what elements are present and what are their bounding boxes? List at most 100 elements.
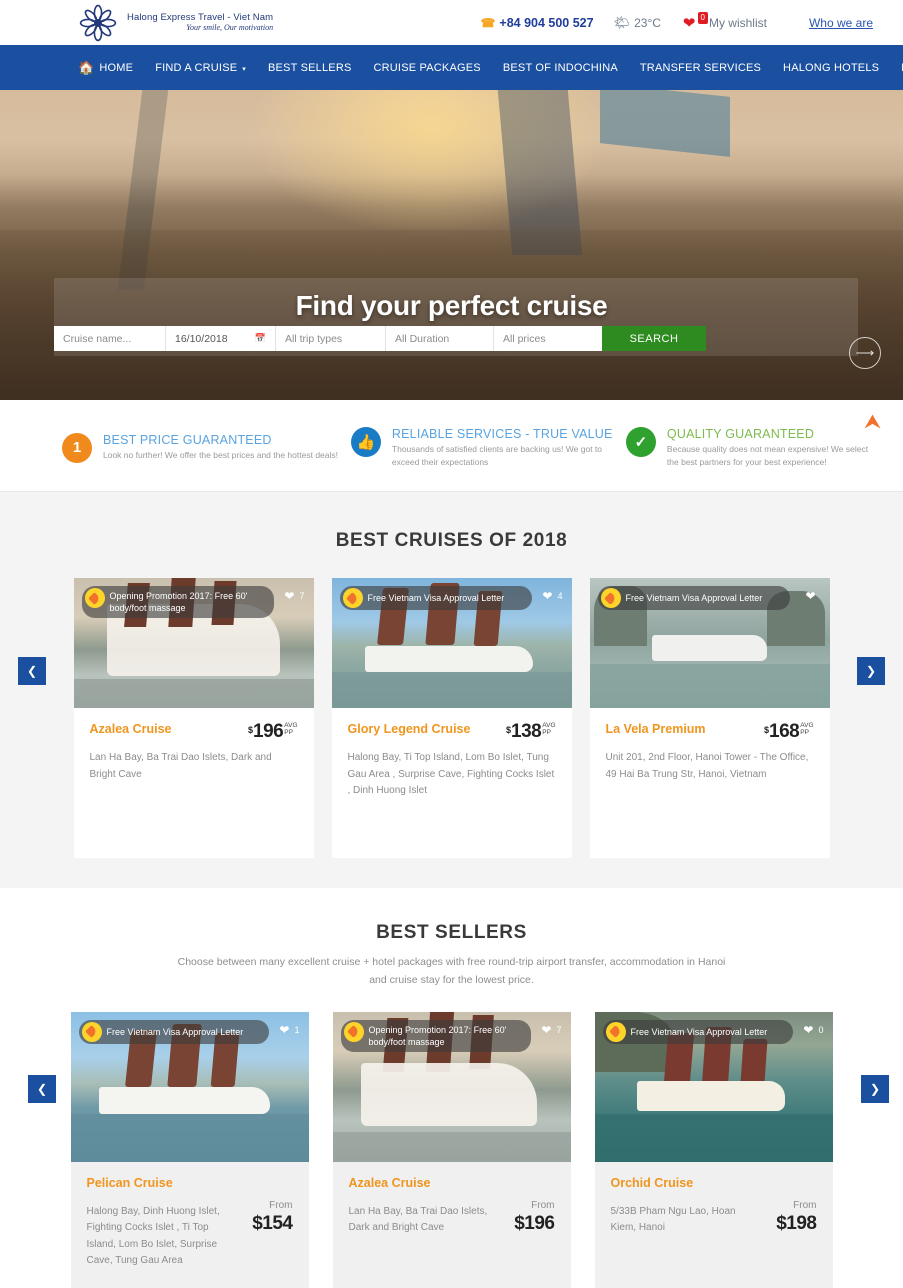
best-sellers-prev-button[interactable]: ❮ — [28, 1075, 56, 1103]
seller-card[interactable]: Free Vietnam Visa Approval Letter ❤ 0 Or… — [594, 1011, 833, 1288]
price-amount: 196 — [253, 721, 284, 742]
weather-widget: 🌤 23°C — [614, 15, 661, 31]
seller-name[interactable]: Orchid Cruise — [611, 1176, 817, 1191]
seller-description: Lan Ha Bay, Ba Trai Dao Islets, Dark and… — [348, 1205, 488, 1234]
seller-name[interactable]: Azalea Cruise — [349, 1176, 555, 1191]
cruise-card[interactable]: Free Vietnam Visa Approval Letter ❤ La V… — [589, 578, 830, 858]
seller-price-block: From $154 — [252, 1199, 293, 1235]
nav-item-best-of-indochina[interactable]: BEST OF INDOCHINA — [503, 62, 618, 74]
price-amount: 168 — [769, 721, 800, 742]
feature-title: QUALITY GUARANTEED — [666, 427, 815, 442]
from-label: From — [793, 1199, 817, 1211]
feature-desc: Because quality does not mean expensive!… — [666, 444, 869, 467]
best-cruises-section: BEST CRUISES OF 2018 Opening Promotion 2… — [0, 492, 903, 888]
cruise-card[interactable]: Free Vietnam Visa Approval Letter ❤ 4 Gl… — [331, 578, 572, 858]
promo-badge: Free Vietnam Visa Approval Letter — [339, 586, 532, 610]
seller-description: Halong Bay, Dinh Huong Islet, Fighting C… — [86, 1205, 220, 1267]
nav-label: FIND A CRUISE — [155, 61, 238, 74]
cruise-card-image: Free Vietnam Visa Approval Letter ❤ — [589, 578, 830, 708]
cruise-price: $ 168 AVG PP — [764, 722, 813, 741]
best-sellers-next-button[interactable]: ❯ — [861, 1075, 889, 1103]
from-label: From — [269, 1199, 293, 1211]
nav-item-home[interactable]: 🏠 HOME — [78, 60, 133, 76]
like-counter[interactable]: ❤ 0 — [803, 1023, 823, 1037]
search-button[interactable]: SEARCH — [602, 326, 706, 351]
header-utility-bar: ☎ +84 904 500 527 🌤 23°C ❤ 0 My wishlist… — [480, 11, 873, 32]
hero-next-slide-button[interactable]: ⟶ — [849, 337, 881, 369]
nav-item-cruise-packages[interactable]: CRUISE PACKAGES — [374, 62, 481, 74]
best-sellers-carousel: Free Vietnam Visa Approval Letter ❤ 1 Pe… — [0, 1011, 903, 1288]
medal-number: 1 — [72, 439, 82, 456]
nav-item-transfer-services[interactable]: TRANSFER SERVICES — [640, 62, 761, 74]
currency-symbol: $ — [506, 725, 512, 735]
promo-text: Opening Promotion 2017: Free 60' body/fo… — [368, 1024, 507, 1047]
heart-icon: ❤ — [805, 589, 816, 603]
nav-item-best-sellers[interactable]: BEST SELLERS — [268, 62, 352, 74]
seller-card-body: Orchid Cruise 5/33B Pham Ngu Lao, Hoan K… — [595, 1162, 833, 1255]
like-counter[interactable]: ❤ 7 — [541, 1023, 561, 1037]
like-counter[interactable]: ❤ 4 — [542, 589, 562, 603]
seller-card[interactable]: Opening Promotion 2017: Free 60' body/fo… — [332, 1011, 571, 1288]
seller-name[interactable]: Pelican Cruise — [87, 1176, 293, 1191]
tag-icon — [600, 588, 621, 608]
seller-card[interactable]: Free Vietnam Visa Approval Letter ❤ 1 Pe… — [70, 1011, 309, 1288]
duration-value: All Duration — [395, 332, 450, 345]
cruise-name[interactable]: Glory Legend Cruise — [348, 722, 471, 737]
seller-description: 5/33B Pham Ngu Lao, Hoan Kiem, Hanoi — [610, 1205, 736, 1234]
main-navigation: 🏠 HOME FIND A CRUISE ▾ BEST SELLERS CRUI… — [0, 45, 903, 90]
best-cruises-prev-button[interactable]: ❮ — [18, 657, 46, 685]
nav-label: HOME — [99, 61, 134, 74]
heart-icon: ❤ — [279, 1022, 290, 1037]
check-glyph: ✓ — [634, 434, 648, 452]
trip-type-select[interactable]: All trip types — [276, 326, 386, 351]
nav-label: BEST OF INDOCHINA — [502, 61, 618, 74]
best-cruises-carousel: Opening Promotion 2017: Free 60' body/fo… — [0, 578, 903, 858]
section-title-best-cruises: BEST CRUISES OF 2018 — [335, 530, 568, 551]
cruise-name[interactable]: La Vela Premium — [606, 722, 706, 737]
chevron-double-up-icon: ⮝ — [864, 411, 881, 433]
nav-label: HALONG HOTELS — [783, 61, 880, 74]
arrow-right-circle-icon: ⟶ — [855, 345, 875, 360]
cruise-name[interactable]: Azalea Cruise — [90, 722, 172, 737]
price-unit: AVG PP — [542, 722, 556, 737]
phone-link[interactable]: ☎ +84 904 500 527 — [480, 16, 593, 30]
chevron-right-icon: ❯ — [865, 664, 877, 678]
cruise-card-body: Azalea Cruise $ 196 AVG PP Lan Ha Bay, Ba… — [74, 708, 314, 858]
hero-banner: Find your perfect cruise Cruise name... … — [0, 90, 903, 400]
promo-badge: Free Vietnam Visa Approval Letter — [597, 586, 790, 610]
logo-company-name: Halong Express Travel - Viet Nam — [127, 11, 274, 23]
best-sellers-section: BEST SELLERS Choose between many excelle… — [0, 888, 903, 1288]
like-counter[interactable]: ❤ — [805, 589, 820, 603]
promo-badge: Free Vietnam Visa Approval Letter — [78, 1019, 269, 1044]
duration-select[interactable]: All Duration — [386, 326, 494, 351]
trip-type-value: All trip types — [285, 332, 343, 345]
cruise-card[interactable]: Opening Promotion 2017: Free 60' body/fo… — [73, 578, 314, 858]
like-counter[interactable]: ❤ 1 — [279, 1023, 299, 1037]
heart-icon: ❤ — [803, 1022, 814, 1037]
promo-text: Free Vietnam Visa Approval Letter — [630, 1026, 768, 1037]
price-select[interactable]: All prices — [494, 326, 602, 351]
tag-icon — [343, 1021, 364, 1042]
cruise-name-input[interactable]: Cruise name... — [54, 326, 166, 351]
phone-icon: ☎ — [480, 15, 496, 30]
from-label: From — [531, 1199, 555, 1211]
wishlist-link[interactable]: ❤ 0 My wishlist — [683, 11, 767, 32]
best-cruises-next-button[interactable]: ❯ — [857, 657, 885, 685]
cruise-price: $ 138 AVG PP — [506, 722, 555, 741]
like-counter[interactable]: ❤ 7 — [284, 589, 304, 603]
promo-text: Free Vietnam Visa Approval Letter — [625, 592, 763, 603]
seller-card-body: Azalea Cruise Lan Ha Bay, Ba Trai Dao Is… — [333, 1162, 571, 1255]
like-count: 4 — [557, 591, 563, 601]
seller-price: $198 — [776, 1212, 817, 1234]
nav-item-halong-hotels[interactable]: HALONG HOTELS — [783, 62, 879, 74]
logo[interactable]: Halong Express Travel - Viet Nam Your sm… — [78, 3, 273, 43]
feature-title: BEST PRICE GUARANTEED — [103, 432, 272, 447]
who-we-are-link[interactable]: Who we are — [809, 16, 873, 30]
seller-price: $154 — [252, 1212, 293, 1234]
scroll-to-top-button[interactable]: ⮝ — [864, 412, 881, 432]
nav-item-find-a-cruise[interactable]: FIND A CRUISE ▾ — [155, 62, 246, 74]
cruise-description: Halong Bay, Ti Top Island, Lom Bo Islet,… — [347, 752, 555, 796]
date-input[interactable]: 16/10/2018 📅 — [166, 326, 276, 351]
tag-icon — [605, 1021, 626, 1042]
seller-card-image: Opening Promotion 2017: Free 60' body/fo… — [332, 1011, 571, 1162]
